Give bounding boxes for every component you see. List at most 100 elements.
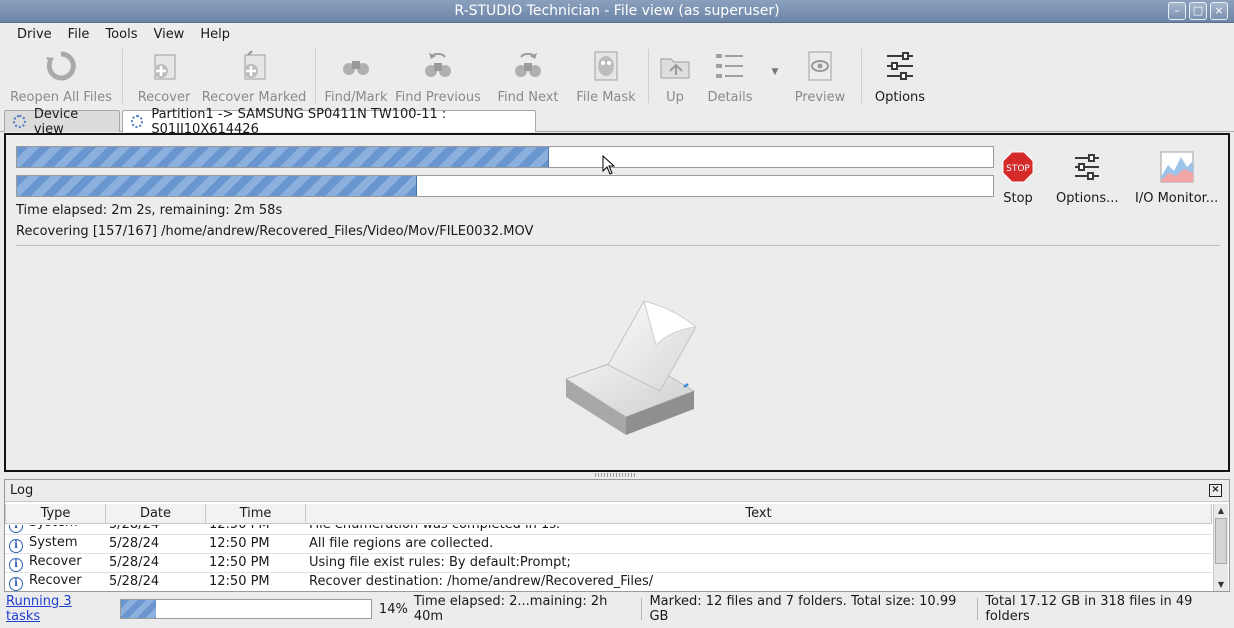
io-monitor-button[interactable]: I/O Monitor... (1135, 151, 1218, 206)
log-table: Type Date Time Text (5, 504, 1212, 524)
recover-marked-button[interactable]: Recover Marked (199, 45, 309, 105)
spinner-icon (13, 115, 26, 128)
stop-label: Stop (1003, 191, 1033, 206)
stop-button[interactable]: STOP Stop (1002, 151, 1034, 206)
log-title: Log (10, 483, 34, 498)
find-mark-label: Find/Mark (324, 90, 388, 105)
menu-help[interactable]: Help (192, 27, 238, 42)
panel-splitter-handle[interactable] (595, 473, 635, 477)
menu-file[interactable]: File (60, 27, 98, 42)
progress-options-button[interactable]: Options... (1056, 151, 1119, 206)
mouse-cursor-icon (602, 155, 616, 175)
io-monitor-label: I/O Monitor... (1135, 191, 1219, 206)
log-rows-viewport: iSystem 5/28/24 12:50 PM File enumeratio… (5, 525, 1212, 591)
toolbar-separator (315, 49, 316, 103)
sliders-icon (1075, 154, 1100, 180)
scroll-down-icon[interactable]: ▼ (1214, 578, 1228, 591)
status-bar: Running 3 tasks 14% Time elapsed: 2...ma… (0, 594, 1234, 624)
scroll-thumb[interactable] (1215, 518, 1227, 564)
overall-progress-bar (16, 146, 994, 168)
recovery-progress-panel: Time elapsed: 2m 2s, remaining: 2m 58s R… (4, 133, 1230, 472)
table-row[interactable]: i System 5/28/24 12:50 PM All file region… (5, 534, 1212, 554)
column-type[interactable]: Type (5, 504, 106, 524)
recover-button[interactable]: Recover (129, 45, 199, 105)
details-list-icon (712, 49, 748, 83)
separator (16, 245, 1220, 246)
table-row[interactable]: i Recover 5/28/24 12:50 PM Recover destin… (5, 572, 1212, 591)
column-date[interactable]: Date (105, 504, 206, 524)
stop-sign-icon: STOP (1002, 151, 1034, 183)
tab-device-view[interactable]: Device view (4, 107, 120, 137)
tab-device-view-label: Device view (33, 106, 79, 137)
close-window-button[interactable]: × (1210, 2, 1228, 20)
table-row[interactable]: iSystem 5/28/24 12:50 PM File enumeratio… (5, 525, 1212, 535)
column-time[interactable]: Time (205, 504, 306, 524)
find-previous-icon (420, 49, 456, 83)
toolbar-separator (648, 49, 649, 103)
info-icon: i (9, 538, 23, 552)
file-progress-bar (16, 175, 994, 197)
options-label: Options (874, 90, 926, 105)
stop-sign-text: STOP (1006, 164, 1030, 174)
maximize-button[interactable]: □ (1189, 2, 1207, 20)
file-mask-button[interactable]: File Mask (570, 45, 642, 105)
find-mark-button[interactable]: Find/Mark (322, 45, 390, 105)
preview-button[interactable]: Preview (785, 45, 855, 105)
task-progress-fill (121, 600, 157, 618)
find-previous-button[interactable]: Find Previous (390, 45, 486, 105)
up-label: Up (666, 90, 684, 105)
log-header-row: Type Date Time Text (5, 504, 1212, 524)
status-divider (641, 598, 643, 620)
binoculars-icon (338, 49, 374, 83)
menu-view[interactable]: View (145, 27, 192, 42)
preview-icon (802, 49, 838, 83)
menu-tools[interactable]: Tools (97, 27, 145, 42)
column-text[interactable]: Text (305, 504, 1212, 524)
details-button[interactable]: Details (695, 45, 765, 105)
reload-icon (43, 49, 79, 83)
tab-partition[interactable]: Partition1 -> SAMSUNG SP0411N TW100-11 :… (122, 107, 536, 137)
recovering-file-text: Recovering [157/167] /home/andrew/Recove… (16, 224, 534, 239)
log-scrollbar[interactable]: ▲ ▼ (1213, 504, 1228, 591)
close-icon[interactable]: × (1209, 484, 1222, 497)
info-icon: i (9, 576, 23, 590)
menu-drive[interactable]: Drive (9, 27, 60, 42)
menu-bar: Drive File Tools View Help (0, 23, 1234, 45)
recover-marked-label: Recover Marked (201, 90, 307, 105)
options-button[interactable]: Options (868, 45, 932, 105)
time-elapsed-text: Time elapsed: 2m 2s, remaining: 2m 58s (16, 203, 283, 218)
recovering-drive-illustration-icon (564, 300, 698, 435)
task-progress-bar (120, 599, 372, 619)
title-bar: R-STUDIO Technician - File view (as supe… (0, 0, 1234, 23)
file-mask-label: File Mask (576, 90, 636, 105)
graph-icon (1160, 151, 1194, 183)
recover-marked-icon (236, 49, 272, 83)
log-rows: iSystem 5/28/24 12:50 PM File enumeratio… (5, 525, 1212, 591)
scroll-up-icon[interactable]: ▲ (1214, 504, 1228, 517)
file-progress-fill (17, 176, 418, 196)
task-percent: 14% (378, 601, 408, 617)
marked-summary: Marked: 12 files and 7 folders. Total si… (649, 594, 957, 624)
reopen-all-files-button[interactable]: Reopen All Files (6, 45, 116, 105)
recover-label: Recover (137, 90, 191, 105)
details-dropdown-button[interactable]: ▼ (765, 45, 785, 105)
find-next-button[interactable]: Find Next (486, 45, 570, 105)
chevron-down-icon: ▼ (771, 67, 779, 77)
up-button[interactable]: Up (655, 45, 695, 105)
minimize-button[interactable]: – (1168, 2, 1186, 20)
tab-partition-label: Partition1 -> SAMSUNG SP0411N TW100-11 :… (151, 106, 447, 137)
reopen-label: Reopen All Files (10, 90, 112, 105)
find-next-label: Find Next (497, 90, 559, 105)
toolbar: Reopen All Files Recover Recover Marked … (0, 45, 1234, 109)
mask-icon (588, 49, 624, 83)
sliders-icon (882, 49, 918, 83)
total-summary: Total 17.12 GB in 318 files in 49 folder… (985, 594, 1193, 624)
table-row[interactable]: i Recover 5/28/24 12:50 PM Using file exi… (5, 553, 1212, 573)
info-icon: i (9, 525, 23, 533)
window-title: R-STUDIO Technician - File view (as supe… (454, 3, 780, 19)
toolbar-separator (861, 49, 862, 103)
tab-strip: Device view Partition1 -> SAMSUNG SP0411… (4, 107, 538, 137)
running-tasks-link[interactable]: Running 3 tasks (6, 594, 107, 624)
toolbar-separator (122, 49, 123, 103)
overall-progress-fill (17, 147, 549, 167)
